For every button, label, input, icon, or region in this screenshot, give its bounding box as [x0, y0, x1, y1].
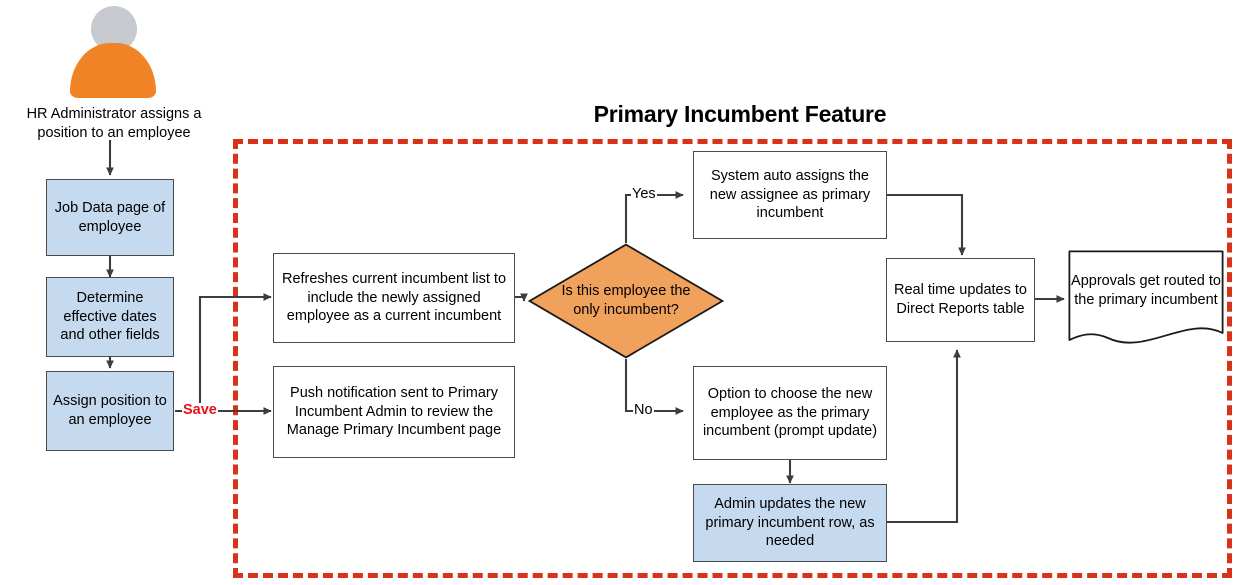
- node-option-to-choose[interactable]: Option to choose the new employee as the…: [693, 366, 887, 460]
- node-job-data-page[interactable]: Job Data page of employee: [46, 179, 174, 256]
- node-assign-position[interactable]: Assign position to an employee: [46, 371, 174, 451]
- node-label: Approvals get routed to the primary incu…: [1071, 273, 1221, 308]
- node-label: Push notification sent to Primary Incumb…: [286, 384, 502, 439]
- node-label: Assign position to an employee: [53, 393, 167, 428]
- node-push-notification[interactable]: Push notification sent to Primary Incumb…: [273, 366, 515, 458]
- user-avatar-icon: [70, 6, 156, 102]
- edge-label-yes: Yes: [631, 186, 657, 202]
- node-decision-only-incumbent[interactable]: Is this employee the only incumbent?: [528, 243, 724, 359]
- actor-caption: HR Administrator assigns a position to a…: [26, 106, 202, 142]
- avatar-body-shape: [70, 43, 156, 98]
- node-approvals-routed[interactable]: Approvals get routed to the primary incu…: [1068, 250, 1224, 348]
- node-label: Admin updates the new primary incumbent …: [705, 495, 875, 550]
- node-refreshes-incumbent-list[interactable]: Refreshes current incumbent list to incl…: [273, 253, 515, 343]
- node-admin-updates-row[interactable]: Admin updates the new primary incumbent …: [693, 484, 887, 562]
- node-label: Option to choose the new employee as the…: [702, 385, 878, 440]
- flowchart-canvas: Primary Incumbent Feature HR Administrat…: [0, 0, 1240, 585]
- node-label: Real time updates to Direct Reports tabl…: [894, 282, 1027, 317]
- node-system-auto-assigns[interactable]: System auto assigns the new assignee as …: [693, 151, 887, 239]
- diagram-title: Primary Incumbent Feature: [593, 101, 887, 127]
- node-label: Determine effective dates and other fiel…: [60, 289, 160, 344]
- node-determine-effective-dates[interactable]: Determine effective dates and other fiel…: [46, 277, 174, 357]
- node-label: Refreshes current incumbent list to incl…: [281, 270, 507, 325]
- node-label: Job Data page of employee: [54, 199, 166, 235]
- edge-label-save: Save: [182, 402, 218, 418]
- node-label: System auto assigns the new assignee as …: [709, 167, 871, 222]
- node-label: Is this employee the only incumbent?: [561, 283, 691, 318]
- node-realtime-updates[interactable]: Real time updates to Direct Reports tabl…: [886, 258, 1035, 342]
- edge-label-no: No: [633, 402, 654, 418]
